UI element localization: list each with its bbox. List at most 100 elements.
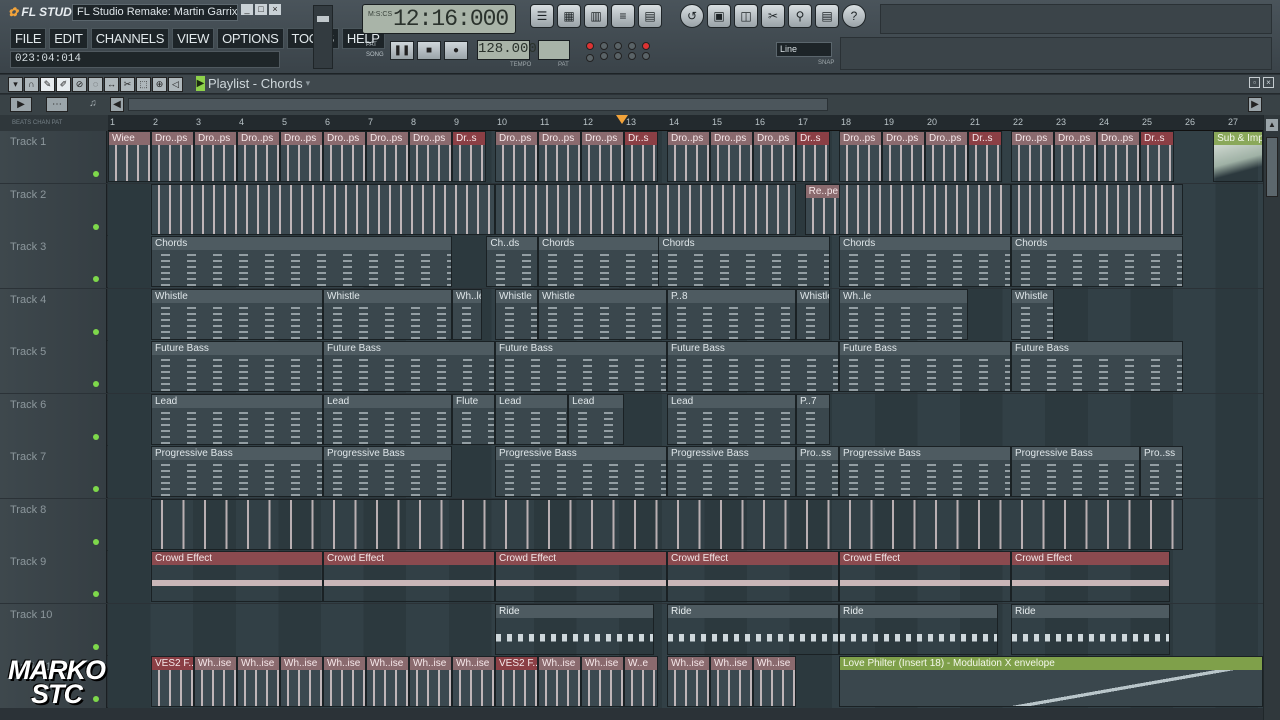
playlist-clip[interactable]: Progressive Bass [667,446,796,497]
playlist-clip[interactable]: Whistle [538,288,667,340]
playlist-clip[interactable]: Dro..ps [710,131,753,182]
playlist-clip[interactable]: Lead [151,393,323,445]
detach-icon[interactable]: ▫ [1249,77,1260,88]
playlist-clip[interactable]: Chords [839,236,1011,287]
playlist-icon[interactable]: ☰ [530,4,554,28]
playlist-clip[interactable]: Future Bass [151,341,323,392]
step-sequencer-icon[interactable]: ▦ [557,4,581,28]
playlist-clip[interactable]: Pro..ss [796,446,839,497]
playlist-clip[interactable]: Crowd Effect [495,551,667,602]
loop-record-led[interactable] [600,52,608,60]
playlist-clip[interactable]: Lead [495,393,569,445]
playlist-clip[interactable]: Dr..s [796,131,831,182]
zoom-tool-icon[interactable]: ⊕ [152,77,167,92]
playlist-clip[interactable]: Ride [667,603,839,655]
menu-channels[interactable]: CHANNELS [90,28,170,49]
playlist-clip[interactable]: Wh..ise [280,656,323,707]
playlist-clip[interactable]: Dr..s [1140,131,1175,182]
close-button[interactable]: × [269,4,281,15]
slice-tool-icon[interactable]: ✂ [120,77,135,92]
playlist-title[interactable]: ▶ Playlist - Chords ▾ [196,76,310,91]
playlist-clip[interactable]: Progressive Bass [1011,446,1140,497]
playlist-clip[interactable]: Wh..ise [366,656,409,707]
piano-roll-icon[interactable]: ▥ [584,4,608,28]
track-lane[interactable]: WhistleWhistleWh..leWhistleWhistleP..8Wh… [108,288,1263,341]
playlist-clip[interactable]: Crowd Effect [151,551,323,602]
playlist-clip[interactable]: Future Bass [667,341,839,392]
typing-keyboard-led[interactable] [586,54,594,62]
countdown-led[interactable] [614,41,622,50]
playlist-clip[interactable]: Whistle [796,288,831,340]
track-lane[interactable] [108,498,1263,551]
track-header[interactable]: Track 5 [0,341,107,393]
playlist-clip[interactable]: Wh..le [452,288,483,340]
vertical-scrollbar[interactable]: ▲ [1263,115,1280,720]
multilink-led[interactable] [628,52,636,60]
playlist-clip[interactable]: Dro..ps [882,131,925,182]
playlist-clip[interactable]: Progressive Bass [839,446,1011,497]
track-lane[interactable]: Re..pe [108,183,1263,236]
playlist-clip[interactable]: Dro..ps [323,131,366,182]
playlist-clip[interactable]: Wh..ise [323,656,366,707]
track-enable-led[interactable] [93,328,99,335]
snap-toggle-icon[interactable]: ⋯ [46,97,68,112]
playlist-clip[interactable]: Wh..ise [538,656,581,707]
audio-hits-clip[interactable] [151,183,495,235]
master-volume-slider[interactable] [313,5,333,69]
playlist-clip[interactable]: W..e [624,656,659,707]
mixer-icon[interactable]: ▤ [638,4,662,28]
playlist-clip[interactable]: Ride [839,603,999,655]
stop-button[interactable]: ■ [417,41,441,60]
blend-led[interactable] [642,41,650,50]
menu-edit[interactable]: EDIT [49,28,88,49]
select-tool-icon[interactable]: ⬚ [136,77,151,92]
playlist-clip[interactable]: Dr..s [624,131,659,182]
wait-led[interactable] [600,41,608,50]
track-lane[interactable]: Future Bass Future Bass Future Bass Future … [108,341,1263,393]
playlist-clip[interactable]: Love Philter (Insert 18) - Modulation X … [839,656,1263,707]
playlist-clip[interactable]: Wh..ise [409,656,452,707]
playlist-clip[interactable]: Lead [323,393,452,445]
playlist-clip[interactable]: Future Bass [323,341,495,392]
track-header[interactable]: Track 8 [0,498,107,551]
track-enable-led[interactable] [93,381,99,387]
tempo-display[interactable]: 128.000 [477,40,537,60]
playlist-clip[interactable]: Dro..ps [366,131,409,182]
record-button[interactable]: ● [444,41,468,60]
playlist-clip[interactable]: Whistle [1011,288,1054,340]
pause-button[interactable]: ❚❚ [390,41,414,60]
playlist-clip[interactable]: Chords [151,236,452,287]
playlist-clip[interactable]: P..7 [796,393,831,445]
snap-select[interactable]: Line [776,42,832,57]
playlist-clip[interactable]: Wiee [108,131,151,182]
note-icon[interactable]: ♫ [82,97,104,112]
playlist-clip[interactable]: Wh..ise [237,656,280,707]
track-header[interactable]: Track 3 [0,236,107,288]
audio-hits-clip[interactable] [1011,183,1183,235]
scroll-right-icon[interactable]: ▶ [1248,97,1262,112]
playlist-clip[interactable]: Progressive Bass [323,446,452,497]
render-icon[interactable]: ◫ [734,4,758,28]
overdub-led[interactable] [642,52,650,60]
track-lane[interactable]: VES2 F.. Wh..ise Wh..ise Wh..ise Wh..ise Wh..… [108,656,1263,708]
track-header[interactable]: Track 1 [0,131,107,183]
playlist-clip[interactable]: Crowd Effect [323,551,495,602]
track-header[interactable]: Track 4 [0,288,107,341]
playlist-clip[interactable]: Dr..s [452,131,487,182]
playlist-clip[interactable]: Ch..ds [486,236,538,287]
close-icon[interactable]: × [1263,77,1274,88]
track-enable-led[interactable] [93,223,99,230]
track-lane[interactable]: Ride Ride Ride Ride [108,603,1263,656]
playlist-clip[interactable]: Whistle [151,288,323,340]
menu-options[interactable]: OPTIONS [217,28,284,49]
playlist-clip[interactable]: Sub & Impact [1213,131,1263,182]
scrub-led[interactable] [614,52,622,60]
volume-knob[interactable] [317,16,329,22]
menu-file[interactable]: FILE [10,28,47,49]
timeline-ruler[interactable]: 1 2 3 4 5 6 7 8 9 10 11 12 13 14 15 16 17 18 19 20 21 22 23 24 2… [108,115,1263,131]
maximize-button[interactable]: □ [255,4,267,15]
track-enable-led[interactable] [93,591,99,597]
audio-hits-clip[interactable] [495,183,796,235]
playlist-clip[interactable]: Flute [452,393,495,445]
playlist-clip[interactable]: Whistle [495,288,538,340]
